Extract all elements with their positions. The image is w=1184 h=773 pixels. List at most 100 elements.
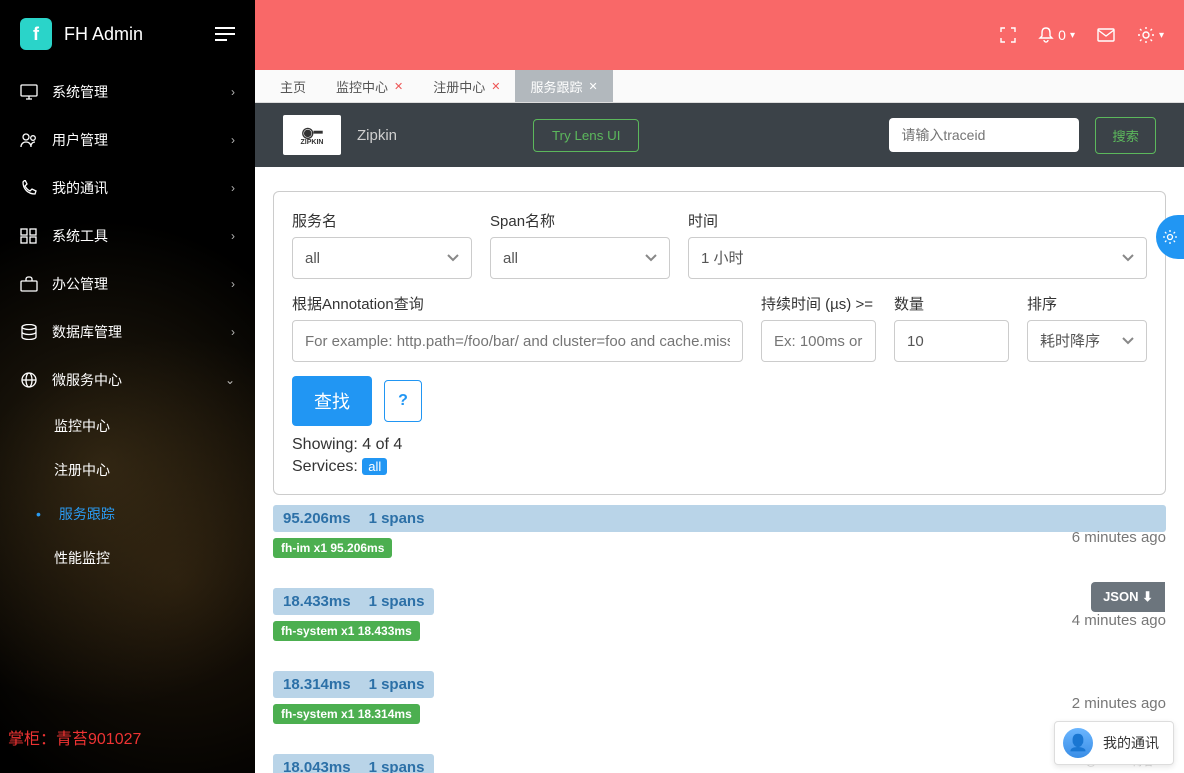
traceid-input[interactable] bbox=[889, 118, 1079, 152]
service-badge[interactable]: fh-im x1 95.206ms bbox=[273, 538, 392, 558]
tab-trace[interactable]: 服务跟踪✕ bbox=[515, 70, 612, 102]
trace-time: 4 minutes ago bbox=[1072, 612, 1166, 629]
time-select[interactable]: 1 小时 bbox=[688, 237, 1147, 279]
logo[interactable]: f FH Admin bbox=[20, 18, 143, 50]
zipkin-logo[interactable]: ◉━ ZIPKIN bbox=[283, 115, 341, 155]
sidebar: f FH Admin 系统管理 › 用户管理 › 我的通讯 › bbox=[0, 0, 255, 773]
nav-item-tools[interactable]: 系统工具 › bbox=[0, 212, 255, 260]
nav-label: 数据库管理 bbox=[52, 322, 122, 342]
mail-icon[interactable] bbox=[1097, 28, 1115, 42]
submenu-trace[interactable]: 服务跟踪 bbox=[54, 492, 255, 536]
trace-spans: 1 spans bbox=[369, 593, 425, 610]
trace-spans: 1 spans bbox=[369, 510, 425, 527]
find-button[interactable]: 查找 bbox=[292, 376, 372, 426]
gear-icon[interactable]: ▾ bbox=[1137, 26, 1164, 44]
close-icon[interactable]: ✕ bbox=[394, 80, 403, 93]
annotation-input[interactable] bbox=[292, 320, 743, 362]
annotation-label: 根据Annotation查询 bbox=[292, 293, 743, 314]
nav-item-database[interactable]: 数据库管理 › bbox=[0, 308, 255, 356]
bell-icon[interactable]: 0 ▾ bbox=[1038, 27, 1075, 43]
nav-label: 办公管理 bbox=[52, 274, 108, 294]
nav-label: 用户管理 bbox=[52, 130, 108, 150]
sidebar-header: f FH Admin bbox=[0, 0, 255, 68]
chevron-down-icon: ⌄ bbox=[225, 373, 235, 387]
nav-item-users[interactable]: 用户管理 › bbox=[0, 116, 255, 164]
submenu-monitor[interactable]: 监控中心 bbox=[54, 404, 255, 448]
close-icon[interactable]: ✕ bbox=[491, 80, 500, 93]
nav: 系统管理 › 用户管理 › 我的通讯 › 系统工具 › 办公管理 › bbox=[0, 68, 255, 404]
trace-duration: 95.206ms bbox=[283, 510, 351, 527]
services-badge[interactable]: all bbox=[362, 458, 387, 475]
zipkin-brand: Zipkin bbox=[357, 127, 397, 144]
service-select[interactable]: all bbox=[292, 237, 472, 279]
chevron-right-icon: › bbox=[231, 133, 235, 147]
submenu-registry[interactable]: 注册中心 bbox=[54, 448, 255, 492]
service-badge[interactable]: fh-system x1 18.433ms bbox=[273, 621, 420, 641]
help-button[interactable]: ? bbox=[384, 380, 422, 422]
nav-item-office[interactable]: 办公管理 › bbox=[0, 260, 255, 308]
nav-item-system[interactable]: 系统管理 › bbox=[0, 68, 255, 116]
tab-home[interactable]: 主页 bbox=[265, 70, 321, 102]
chevron-right-icon: › bbox=[231, 277, 235, 291]
nav-label: 系统工具 bbox=[52, 226, 108, 246]
footer-text: 掌柜：青苔901027 bbox=[8, 725, 141, 749]
tab-monitor[interactable]: 监控中心✕ bbox=[321, 70, 418, 102]
submenu: 监控中心 注册中心 服务跟踪 性能监控 bbox=[0, 404, 255, 580]
services-row: Services: all bbox=[292, 458, 1147, 476]
monitor-icon bbox=[20, 84, 38, 100]
tab-registry[interactable]: 注册中心✕ bbox=[418, 70, 515, 102]
query-panel: 服务名 all Span名称 all 时间 1 小时 根据Annotation查… bbox=[273, 191, 1166, 495]
nav-label: 我的通讯 bbox=[52, 178, 108, 198]
span-select[interactable]: all bbox=[490, 237, 670, 279]
limit-input[interactable] bbox=[894, 320, 1009, 362]
phone-icon bbox=[20, 180, 38, 196]
tabs: 主页 监控中心✕ 注册中心✕ 服务跟踪✕ bbox=[255, 70, 1184, 103]
service-badge[interactable]: fh-system x1 18.314ms bbox=[273, 704, 420, 724]
nav-label: 微服务中心 bbox=[52, 370, 122, 390]
menu-toggle-icon[interactable] bbox=[215, 27, 235, 41]
results: 95.206ms 1 spans fh-im x1 95.206ms 6 min… bbox=[255, 505, 1184, 773]
duration-label: 持续时间 (µs) >= bbox=[761, 293, 876, 314]
trace-bar[interactable]: 18.433ms 1 spans bbox=[273, 588, 434, 615]
close-icon[interactable]: ✕ bbox=[589, 80, 598, 93]
logo-text: FH Admin bbox=[64, 24, 143, 45]
users-icon bbox=[20, 132, 38, 148]
chevron-right-icon: › bbox=[231, 229, 235, 243]
try-lens-button[interactable]: Try Lens UI bbox=[533, 119, 639, 152]
trace-bar[interactable]: 18.314ms 1 spans bbox=[273, 671, 434, 698]
chevron-down-icon: ▾ bbox=[1070, 30, 1075, 41]
span-label: Span名称 bbox=[490, 210, 670, 231]
trace-row: 18.433ms 1 spans fh-system x1 18.433ms 4… bbox=[273, 588, 1166, 641]
chevron-right-icon: › bbox=[231, 85, 235, 99]
briefcase-icon bbox=[20, 276, 38, 292]
zipkin-logo-text: ZIPKIN bbox=[301, 139, 324, 146]
nav-label: 系统管理 bbox=[52, 82, 108, 102]
trace-bar[interactable]: 95.206ms 1 spans bbox=[273, 505, 1166, 532]
services-label: Services: bbox=[292, 458, 358, 475]
sort-select[interactable]: 耗时降序 bbox=[1027, 320, 1147, 362]
chevron-down-icon: ▾ bbox=[1159, 30, 1164, 41]
duration-input[interactable] bbox=[761, 320, 876, 362]
trace-spans: 1 spans bbox=[369, 676, 425, 693]
gear-icon bbox=[1162, 229, 1178, 245]
nav-item-contacts[interactable]: 我的通讯 › bbox=[0, 164, 255, 212]
avatar-icon: 👤 bbox=[1063, 728, 1093, 758]
trace-bar[interactable]: 18.043ms 1 spans bbox=[273, 754, 434, 773]
content: ◉━ ZIPKIN Zipkin Try Lens UI 搜索 服务名 all bbox=[255, 103, 1184, 773]
submenu-perf[interactable]: 性能监控 bbox=[54, 536, 255, 580]
trace-duration: 18.043ms bbox=[283, 759, 351, 773]
assistant-button[interactable]: 👤 我的通讯 bbox=[1054, 721, 1174, 765]
main: 0 ▾ ▾ 主页 监控中心✕ 注册中心✕ 服务跟踪✕ ◉━ ZIPKIN Zip… bbox=[255, 0, 1184, 773]
trace-row: 95.206ms 1 spans fh-im x1 95.206ms 6 min… bbox=[273, 505, 1166, 558]
logo-icon: f bbox=[20, 18, 52, 50]
fullscreen-icon[interactable] bbox=[1000, 27, 1016, 43]
bell-count: 0 bbox=[1058, 27, 1066, 43]
chevron-right-icon: › bbox=[231, 181, 235, 195]
trace-row: 18.043ms 1 spans bbox=[273, 754, 1166, 773]
trace-duration: 18.314ms bbox=[283, 676, 351, 693]
nav-item-microservice[interactable]: 微服务中心 ⌄ bbox=[0, 356, 255, 404]
grid-icon bbox=[20, 228, 38, 244]
zipkin-header: ◉━ ZIPKIN Zipkin Try Lens UI 搜索 bbox=[255, 103, 1184, 167]
search-button[interactable]: 搜索 bbox=[1095, 117, 1156, 154]
limit-label: 数量 bbox=[894, 293, 1009, 314]
